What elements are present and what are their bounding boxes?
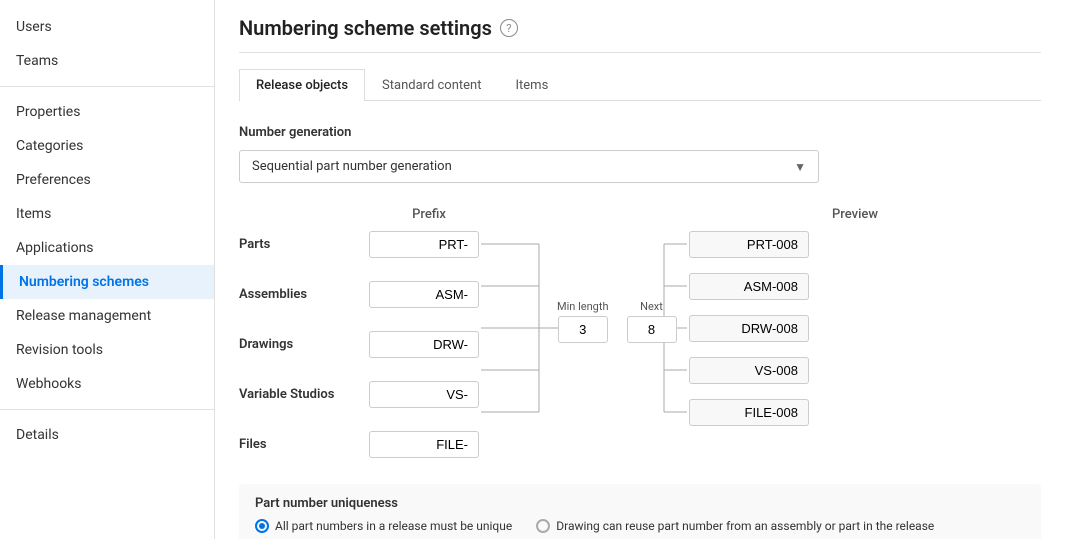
assemblies-label: Assemblies — [239, 287, 369, 302]
drawings-preview-row — [689, 312, 809, 344]
tabs: Release objects Standard content Items — [239, 69, 1041, 101]
sidebar-divider-2 — [0, 409, 214, 410]
sidebar-item-properties[interactable]: Properties — [0, 95, 214, 129]
files-label: Files — [239, 437, 369, 452]
radio-reuse[interactable]: Drawing can reuse part number from an as… — [536, 519, 934, 533]
scheme-headers: Prefix Preview — [369, 207, 1041, 222]
uniqueness-section: Part number uniqueness All part numbers … — [239, 484, 1041, 539]
files-prefix-input[interactable] — [369, 431, 479, 458]
next-label: Next — [640, 300, 663, 313]
preview-header: Preview — [709, 207, 1041, 222]
sidebar-item-applications[interactable]: Applications — [0, 231, 214, 265]
tab-items[interactable]: Items — [498, 69, 565, 101]
variable-studios-prefix-input[interactable] — [369, 381, 479, 408]
parts-preview-input[interactable] — [689, 231, 809, 258]
parts-prefix-input[interactable] — [369, 231, 479, 258]
min-length-input[interactable] — [558, 316, 608, 343]
tab-standard-content[interactable]: Standard content — [365, 69, 498, 101]
sidebar-divider-1 — [0, 86, 214, 87]
connector-area: Min length Next — [479, 228, 689, 468]
number-generation-label: Number generation — [239, 125, 1041, 140]
row-drawings: Drawings — [239, 328, 479, 360]
row-variable-studios: Variable Studios — [239, 378, 479, 410]
dropdown-value: Sequential part number generation — [252, 159, 452, 174]
radio-unique-dot — [255, 519, 269, 533]
sidebar-item-teams[interactable]: Teams — [0, 44, 214, 78]
sidebar-item-webhooks[interactable]: Webhooks — [0, 367, 214, 401]
scheme-body: Parts Assemblies Drawings Variable Studi… — [239, 228, 1041, 468]
row-parts: Parts — [239, 228, 479, 260]
next-box: Next — [627, 300, 677, 343]
dropdown-wrapper: Sequential part number generation ▼ — [239, 150, 1041, 183]
radio-unique[interactable]: All part numbers in a release must be un… — [255, 519, 512, 533]
assemblies-prefix-input[interactable] — [369, 281, 479, 308]
variable-studios-label: Variable Studios — [239, 387, 369, 402]
min-length-label: Min length — [557, 300, 609, 313]
help-icon[interactable]: ? — [500, 19, 518, 37]
sidebar-item-categories[interactable]: Categories — [0, 129, 214, 163]
sidebar-item-numbering-schemes[interactable]: Numbering schemes — [0, 265, 214, 299]
drawings-preview-input[interactable] — [689, 315, 809, 342]
files-preview-row — [689, 396, 809, 428]
sidebar: Users Teams Properties Categories Prefer… — [0, 0, 215, 539]
sidebar-item-users[interactable]: Users — [0, 10, 214, 44]
variable-studios-preview-input[interactable] — [689, 357, 809, 384]
drawings-label: Drawings — [239, 337, 369, 352]
drawings-prefix-input[interactable] — [369, 331, 479, 358]
left-col: Parts Assemblies Drawings Variable Studi… — [239, 228, 479, 468]
row-assemblies: Assemblies — [239, 278, 479, 310]
sidebar-item-details[interactable]: Details — [0, 418, 214, 452]
parts-label: Parts — [239, 237, 369, 252]
sidebar-item-revision-tools[interactable]: Revision tools — [0, 333, 214, 367]
sidebar-item-preferences[interactable]: Preferences — [0, 163, 214, 197]
uniqueness-title: Part number uniqueness — [255, 496, 1025, 511]
page-title-row: Numbering scheme settings ? — [239, 16, 1041, 53]
assemblies-preview-input[interactable] — [689, 273, 809, 300]
center-boxes: Min length Next — [557, 300, 677, 343]
right-col — [689, 228, 809, 468]
radio-row: All part numbers in a release must be un… — [255, 519, 1025, 533]
min-length-box: Min length — [557, 300, 609, 343]
variable-studios-preview-row — [689, 354, 809, 386]
main-content: Numbering scheme settings ? Release obje… — [215, 0, 1065, 539]
files-preview-input[interactable] — [689, 399, 809, 426]
parts-preview-row — [689, 228, 809, 260]
tab-release-objects[interactable]: Release objects — [239, 69, 365, 101]
dropdown-arrow-icon: ▼ — [794, 160, 806, 174]
scheme-container: Prefix Preview Parts Assemblies Drawings — [239, 207, 1041, 468]
row-files: Files — [239, 428, 479, 460]
prefix-header: Prefix — [369, 207, 489, 222]
page-title: Numbering scheme settings — [239, 16, 492, 40]
sidebar-item-items[interactable]: Items — [0, 197, 214, 231]
radio-reuse-dot — [536, 519, 550, 533]
radio-reuse-label: Drawing can reuse part number from an as… — [556, 519, 934, 533]
sidebar-item-release-management[interactable]: Release management — [0, 299, 214, 333]
assemblies-preview-row — [689, 270, 809, 302]
number-generation-dropdown[interactable]: Sequential part number generation ▼ — [239, 150, 819, 183]
radio-unique-label: All part numbers in a release must be un… — [275, 519, 512, 533]
next-input[interactable] — [627, 316, 677, 343]
